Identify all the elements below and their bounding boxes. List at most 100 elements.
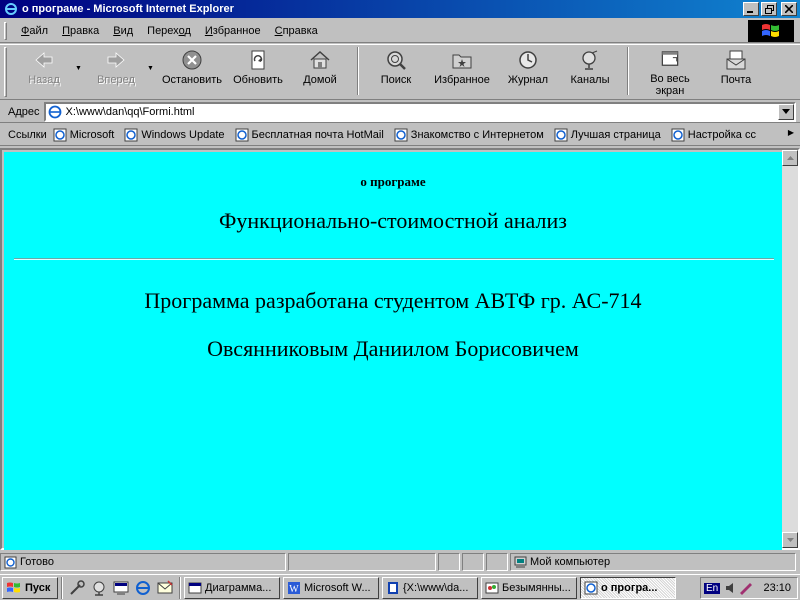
favorites-button[interactable]: Избранное (427, 45, 497, 97)
word-icon: W (288, 581, 300, 595)
author-line-2: Овсянниковым Даниилом Борисовичем (207, 336, 579, 361)
author-line-1: Программа разработана студентом АВТФ гр.… (144, 288, 642, 313)
taskbar-separator (179, 576, 181, 599)
taskbar-item-diagram[interactable]: Диаграмма... (184, 576, 280, 599)
link-microsoft[interactable]: Microsoft (53, 128, 114, 142)
address-dropdown-button[interactable] (778, 103, 794, 120)
stop-button[interactable]: Остановить (157, 45, 227, 97)
horizontal-rule (14, 258, 774, 260)
toolbar-grip[interactable] (4, 47, 7, 97)
restore-button[interactable] (761, 2, 777, 16)
menu-favorites[interactable]: Избранное (199, 23, 267, 39)
favorites-folder-icon (452, 54, 472, 69)
link-intro-internet[interactable]: Знакомство с Интернетом (394, 128, 544, 142)
status-text: Готово (20, 556, 54, 568)
volume-icon[interactable] (724, 581, 738, 595)
internet-explorer-icon[interactable] (134, 579, 152, 597)
menu-grip[interactable] (4, 21, 7, 40)
status-panel-empty (486, 553, 508, 571)
links-bar: Ссылки Microsoft Windows Update Бесплатн… (0, 124, 800, 146)
tools-icon[interactable] (68, 579, 86, 597)
taskbar-item-word[interactable]: W Microsoft W... (283, 576, 379, 599)
windows-logo-throbber (748, 20, 794, 42)
history-button[interactable]: Журнал (497, 45, 559, 97)
pen-tool-icon[interactable] (738, 581, 754, 595)
taskbar-item-ie-active[interactable]: о програ... (580, 576, 676, 599)
links-label: Ссылки (8, 128, 47, 141)
forward-button[interactable]: Вперед (85, 45, 147, 97)
channels-button[interactable]: Каналы (559, 45, 621, 97)
menu-edit[interactable]: Правка (56, 23, 105, 39)
scroll-down-button[interactable] (782, 532, 798, 548)
status-bar: Готово Мой компьютер (0, 552, 800, 572)
fullscreen-button[interactable]: Во весь экран (635, 45, 705, 97)
fullscreen-icon (661, 51, 679, 66)
taskbar-separator (61, 576, 63, 599)
forward-dropdown[interactable]: ▼ (147, 45, 157, 97)
clock: 23:10 (763, 582, 791, 594)
ie-page-icon (671, 128, 685, 141)
back-arrow-icon (35, 52, 53, 68)
language-indicator[interactable]: En (704, 582, 721, 594)
link-customize[interactable]: Настройка сс (671, 128, 756, 142)
window-icon (188, 582, 202, 593)
scroll-up-button[interactable] (782, 150, 798, 166)
menu-go[interactable]: Переход (141, 23, 197, 39)
menu-help[interactable]: Справка (269, 23, 324, 39)
standard-toolbar: Назад ▼ Вперед ▼ Остановить Обновить Дом… (0, 44, 800, 100)
menu-bar: Файл Правка Вид Переход Избранное Справк… (0, 19, 800, 43)
link-hotmail[interactable]: Бесплатная почта HotMail (235, 128, 384, 142)
satellite-icon[interactable] (90, 579, 108, 597)
ie-page-icon (584, 581, 598, 594)
taskbar-item-paint[interactable]: Безымянны... (481, 576, 577, 599)
toolbar-separator (627, 47, 629, 95)
link-best-page[interactable]: Лучшая страница (554, 128, 661, 142)
address-input[interactable]: X:\www\dan\qq\Formi.html (43, 101, 796, 122)
menu-file[interactable]: Файл (15, 23, 54, 39)
ie-page-icon (235, 128, 249, 141)
paint-icon (485, 582, 499, 593)
channels-satellite-icon (582, 50, 598, 70)
close-button[interactable] (781, 2, 797, 16)
back-button[interactable]: Назад (13, 45, 75, 97)
mail-button[interactable]: Почта (705, 45, 767, 97)
content-frame: о програме Функционально-стоимостной ана… (0, 148, 800, 550)
status-panel-empty (438, 553, 460, 571)
page-subtitle: Функционально-стоимостной анализ (219, 208, 567, 233)
chevron-down-icon (786, 538, 794, 542)
address-value: X:\www\dan\qq\Formi.html (65, 105, 195, 118)
history-icon (519, 51, 537, 69)
refresh-icon (251, 50, 265, 70)
minimize-icon (747, 11, 753, 13)
status-zone-panel: Мой компьютер (510, 553, 796, 571)
ie-page-icon (53, 128, 67, 141)
search-button[interactable]: Поиск (365, 45, 427, 97)
menu-view[interactable]: Вид (107, 23, 139, 39)
minimize-button[interactable] (743, 2, 759, 16)
vertical-scrollbar[interactable] (782, 150, 798, 548)
home-button[interactable]: Домой (289, 45, 351, 97)
refresh-button[interactable]: Обновить (227, 45, 289, 97)
forward-arrow-icon (107, 52, 125, 68)
status-zone: Мой компьютер (530, 556, 611, 568)
status-text-panel: Готово (0, 553, 286, 571)
system-tray: En 23:10 (700, 577, 798, 599)
close-icon (785, 5, 793, 13)
back-dropdown[interactable]: ▼ (75, 45, 85, 97)
start-button[interactable]: Пуск (2, 576, 58, 599)
outlook-express-icon[interactable] (156, 579, 174, 597)
toolbar-separator (357, 47, 359, 95)
ie-page-icon (394, 128, 408, 141)
link-windows-update[interactable]: Windows Update (124, 128, 225, 142)
ie-page-icon (4, 556, 17, 568)
address-bar: Адрес X:\www\dan\qq\Formi.html (0, 101, 800, 123)
taskbar: Пуск Диаграмма... W Microsoft W... {X:\w… (0, 574, 800, 600)
taskbar-item-editor[interactable]: {X:\www\da... (382, 576, 478, 599)
ie-page-icon (48, 105, 61, 118)
windows-logo-icon (762, 24, 779, 37)
links-more-chevron-icon[interactable]: ▶ (788, 128, 794, 137)
stop-icon (182, 50, 202, 70)
chevron-up-icon (786, 156, 794, 160)
title-bar: о програме - Microsoft Internet Explorer (0, 0, 800, 18)
show-desktop-icon[interactable] (112, 579, 130, 597)
